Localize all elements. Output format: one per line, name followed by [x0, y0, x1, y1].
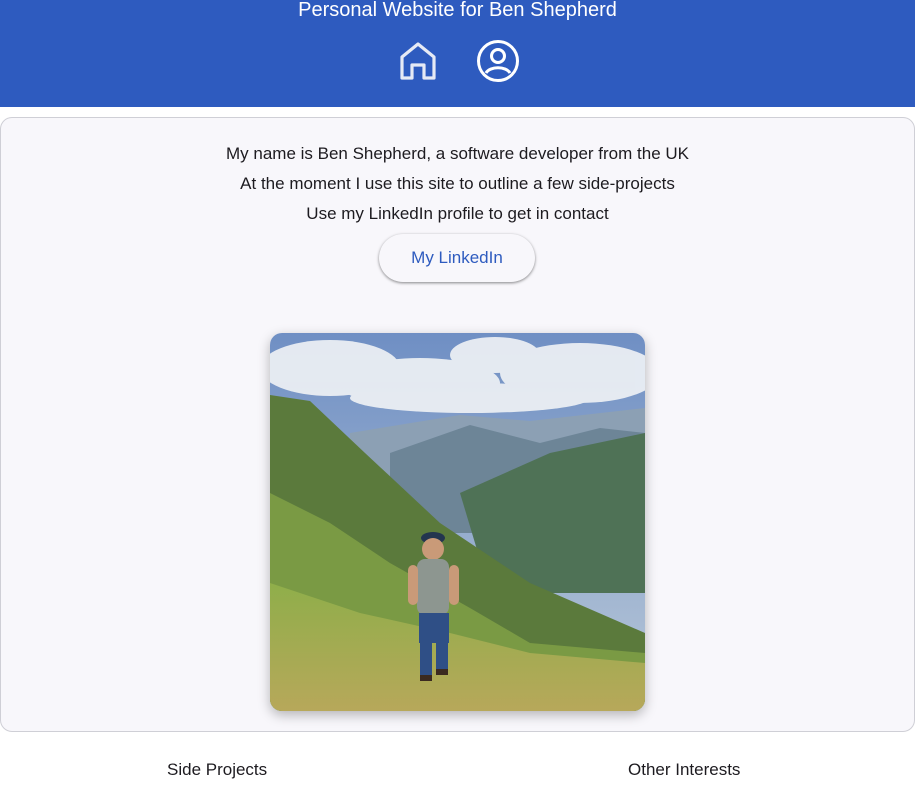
home-button[interactable] — [396, 39, 440, 83]
intro-line: Use my LinkedIn profile to get in contac… — [306, 204, 609, 223]
intro-card: My name is Ben Shepherd, a software deve… — [0, 117, 915, 732]
side-projects-link[interactable]: Side Projects — [167, 760, 267, 780]
profile-button[interactable] — [476, 39, 520, 83]
landscape-photo — [270, 333, 645, 711]
intro-text: My name is Ben Shepherd, a software deve… — [1, 139, 914, 229]
other-interests-link[interactable]: Other Interests — [628, 760, 740, 780]
site-title: Personal Website for Ben Shepherd — [298, 0, 617, 21]
account-circle-icon — [476, 40, 519, 82]
home-icon — [399, 42, 436, 80]
linkedin-button[interactable]: My LinkedIn — [379, 234, 535, 282]
section-links: Side Projects Other Interests — [0, 760, 915, 784]
profile-photo — [270, 333, 645, 711]
intro-line: At the moment I use this site to outline… — [240, 174, 675, 193]
intro-line: My name is Ben Shepherd, a software deve… — [225, 144, 689, 163]
header-nav — [0, 39, 915, 83]
site-header: Personal Website for Ben Shepherd — [0, 0, 915, 107]
